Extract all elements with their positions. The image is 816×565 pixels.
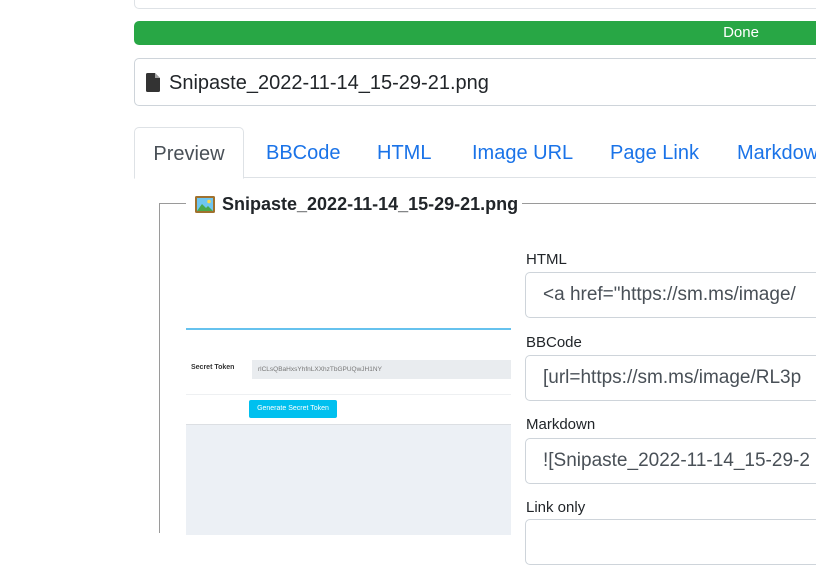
tab-preview[interactable]: Preview [134,127,244,179]
markdown-field[interactable] [525,438,816,484]
preview-footer-area [186,424,511,535]
file-name-box: Snipaste_2022-11-14_15-29-21.png [134,58,816,106]
tab-markdown[interactable]: Markdow [737,127,816,177]
preview-header-line [186,328,511,330]
fieldset-border-left [159,203,160,533]
fieldset-border-top [159,203,186,204]
result-title: Snipaste_2022-11-14_15-29-21.png [222,193,519,214]
tab-page-link[interactable]: Page Link [610,127,699,177]
preview-secret-token-label: Secret Token [191,364,235,371]
result-legend: Snipaste_2022-11-14_15-29-21.png [195,193,518,215]
markdown-label: Markdown [526,416,596,433]
bbcode-field[interactable] [525,355,816,401]
bbcode-label: BBCode [526,334,582,351]
preview-secret-token-value: rlCLsQBaHxsYhfnLXXhzTbGPUQwJH1NY [258,366,382,373]
preview-generate-token-button: Generate Secret Token [249,400,337,418]
fieldset-border-top-right [522,203,816,204]
link-only-label: Link only [526,499,586,516]
previous-card [134,0,816,9]
link-only-field[interactable] [525,519,816,565]
picture-icon [195,195,215,213]
image-preview[interactable]: Secret Token rlCLsQBaHxsYhfnLXXhzTbGPUQw… [186,239,511,535]
preview-secret-token-field: rlCLsQBaHxsYhfnLXXhzTbGPUQwJH1NY [252,360,511,379]
html-code-label: HTML [526,251,567,268]
progress-label: Done [723,24,759,41]
tab-bbcode[interactable]: BBCode [266,127,341,177]
html-code-field[interactable] [525,272,816,318]
file-icon [146,73,160,92]
preview-divider [186,394,511,395]
tab-image-url[interactable]: Image URL [472,127,573,177]
upload-progress-bar: Done [134,21,816,45]
tab-html[interactable]: HTML [377,127,431,177]
file-name: Snipaste_2022-11-14_15-29-21.png [169,72,489,94]
